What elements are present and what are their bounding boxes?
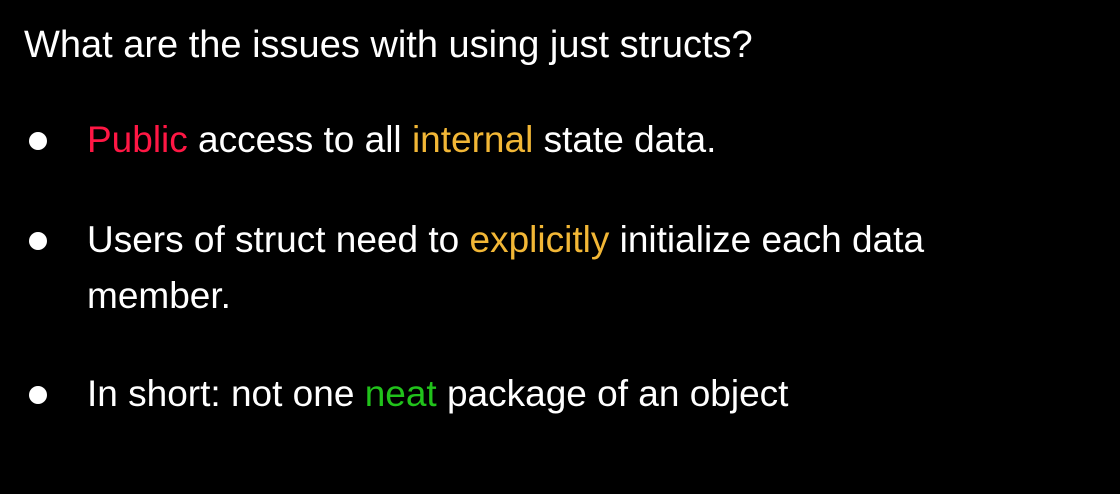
text-segment: state data. [533,119,717,160]
bullet-text: Users of struct need to explicitly initi… [87,212,1097,324]
text-segment: initialize each data [609,219,925,260]
bullet-text: Public access to all internal state data… [87,112,1097,168]
slide: What are the issues with using just stru… [0,0,1120,494]
text-segment: In short: not one [87,373,365,414]
highlight-public: Public [87,119,188,160]
bullet-dot-icon [29,132,47,150]
text-segment: Users of struct need to [87,219,470,260]
highlight-explicitly: explicitly [469,219,610,260]
text-segment: member. [87,275,231,316]
text-segment: package of an object [436,373,789,414]
slide-title: What are the issues with using just stru… [24,24,753,66]
highlight-neat: neat [364,373,437,414]
text-segment: access to all [187,119,412,160]
bullet-text: In short: not one neat package of an obj… [87,366,1097,422]
highlight-internal: internal [411,119,534,160]
bullet-dot-icon [29,386,47,404]
bullet-dot-icon [29,232,47,250]
